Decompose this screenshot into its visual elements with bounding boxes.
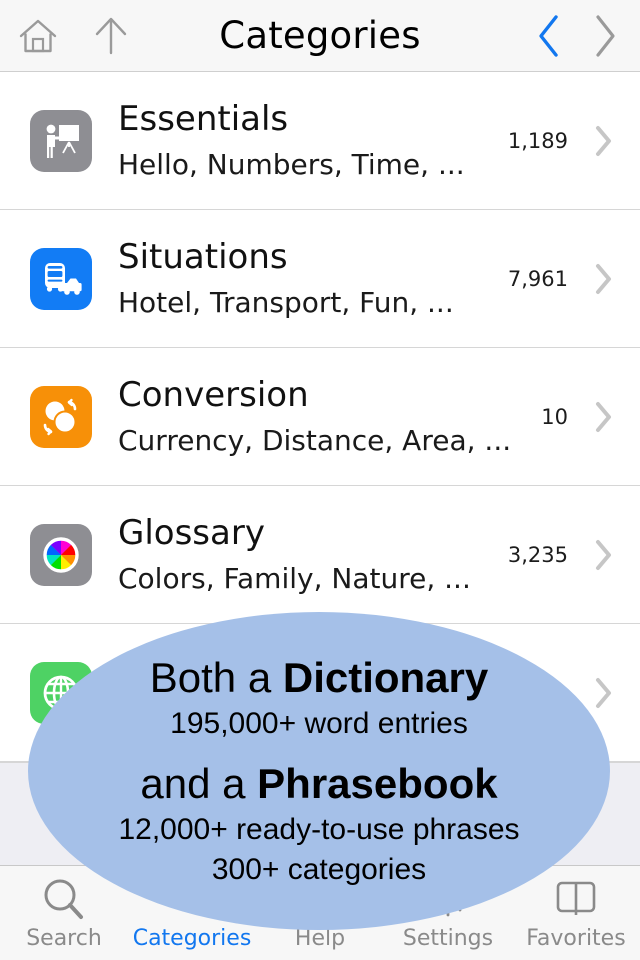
chevron-right-icon[interactable] bbox=[584, 259, 624, 299]
tab-categories[interactable]: Categories bbox=[128, 874, 256, 950]
convert-circles-icon bbox=[30, 385, 92, 448]
list-item-text: Essentials Hello, Numbers, Time, ... bbox=[118, 98, 508, 182]
chevron-right-icon[interactable] bbox=[584, 535, 624, 575]
nav-right-group bbox=[450, 13, 640, 59]
list-item-count: 1,189 bbox=[507, 128, 568, 153]
list-item-title: Essentials bbox=[118, 98, 289, 139]
list-item[interactable]: Essentials Hello, Numbers, Time, ... 1,1… bbox=[0, 72, 640, 210]
list-item-title: Glossary bbox=[118, 512, 265, 553]
globe-icon bbox=[30, 661, 92, 724]
chevron-right-icon[interactable] bbox=[590, 13, 620, 59]
question-icon: ? bbox=[295, 874, 345, 926]
bus-car-icon bbox=[30, 247, 92, 310]
list-item-title: Situations bbox=[118, 236, 288, 277]
tab-label: Favorites bbox=[526, 926, 626, 951]
list-item[interactable]: Glossary Colors, Family, Nature, ... 3,2… bbox=[0, 486, 640, 624]
list-item-subtitle: Colors, Family, Nature, ... bbox=[118, 561, 471, 595]
list-item-text: Situations Hotel, Transport, Fun, ... bbox=[118, 236, 508, 320]
chevron-left-icon[interactable] bbox=[534, 13, 564, 59]
list-item-count: 3,235 bbox=[507, 542, 568, 567]
list-icon bbox=[167, 874, 217, 926]
list-item-subtitle: Hello, Numbers, Time, ... bbox=[118, 147, 465, 181]
open-book-icon bbox=[551, 874, 601, 926]
tab-label: Help bbox=[294, 926, 346, 951]
chevron-right-icon[interactable] bbox=[584, 121, 624, 161]
tab-search[interactable]: Search bbox=[0, 874, 128, 950]
tab-label: Settings bbox=[402, 926, 494, 951]
gear-icon bbox=[423, 874, 473, 926]
presenter-board-icon bbox=[30, 109, 92, 172]
magnifier-icon bbox=[39, 874, 89, 926]
list-item-text: Glossary Colors, Family, Nature, ... bbox=[118, 512, 508, 596]
chevron-right-icon[interactable] bbox=[584, 397, 624, 437]
list-item-count: 10 bbox=[541, 404, 568, 429]
list-item[interactable]: Situations Hotel, Transport, Fun, ... 7,… bbox=[0, 210, 640, 348]
tab-favorites[interactable]: Favorites bbox=[512, 874, 640, 950]
tab-label: Categories bbox=[132, 926, 252, 951]
list-item-title: Conversion bbox=[118, 374, 309, 415]
list-item-text: Conversion Currency, Distance, Area, ... bbox=[118, 374, 541, 458]
list-item[interactable]: Conversion Currency, Distance, Area, ...… bbox=[0, 348, 640, 486]
list-item-subtitle: Hotel, Transport, Fun, ... bbox=[118, 285, 454, 319]
tab-settings[interactable]: Settings bbox=[384, 874, 512, 950]
list-item-text bbox=[118, 688, 568, 697]
color-wheel-icon bbox=[30, 523, 92, 586]
tab-help[interactable]: ? Help bbox=[256, 874, 384, 950]
tab-bar: Search Categories ? Help Settings Favori… bbox=[0, 866, 640, 960]
tab-label: Search bbox=[26, 926, 102, 951]
home-icon[interactable] bbox=[18, 17, 58, 55]
chevron-right-icon[interactable] bbox=[584, 673, 624, 713]
nav-left-group bbox=[0, 15, 190, 57]
list-item-subtitle: Currency, Distance, Area, ... bbox=[118, 423, 512, 457]
categories-list: Essentials Hello, Numbers, Time, ... 1,1… bbox=[0, 72, 640, 762]
svg-text:?: ? bbox=[315, 887, 326, 911]
up-arrow-icon[interactable] bbox=[92, 15, 130, 57]
list-item-count: 7,961 bbox=[507, 266, 568, 291]
navigation-bar: Categories bbox=[0, 0, 640, 72]
page-title: Categories bbox=[219, 14, 421, 57]
list-item[interactable] bbox=[0, 624, 640, 762]
list-footer-band bbox=[0, 762, 640, 866]
